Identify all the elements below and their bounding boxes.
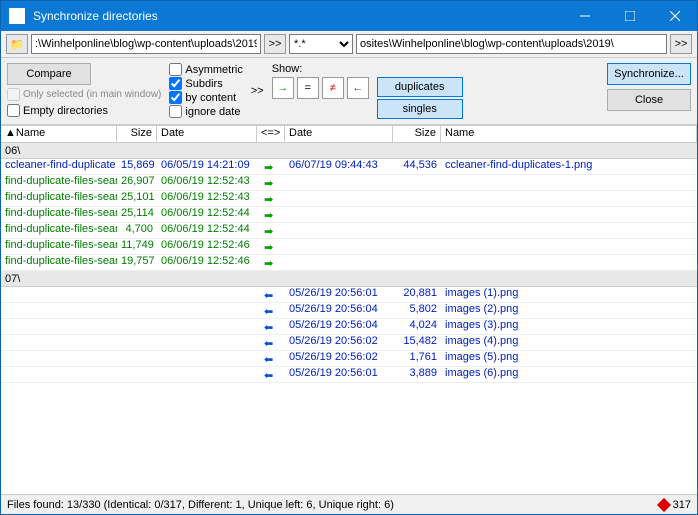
status-text: Files found: 13/330 (Identical: 0/317, D… [7, 499, 394, 511]
path-row: 📁 >> *.* >> [1, 31, 697, 58]
singles-button[interactable]: singles [377, 99, 463, 119]
show-label: Show: [272, 63, 369, 75]
left-browse-button[interactable]: 📁 [6, 34, 28, 54]
arrow-right-icon: ➡ [264, 161, 278, 173]
only-selected-checkbox [7, 88, 20, 101]
header-size[interactable]: Size [117, 126, 157, 142]
arrow-right-icon: ➡ [264, 193, 278, 205]
right-path-input[interactable] [356, 34, 667, 54]
left-path-input[interactable] [31, 34, 261, 54]
asymmetric-checkbox[interactable] [169, 63, 182, 76]
table-row[interactable]: find-duplicate-files-sear19,75706/06/19 … [1, 255, 697, 271]
table-row[interactable]: find-duplicate-files-sear11,74906/06/19 … [1, 239, 697, 255]
header-date2[interactable]: Date [285, 126, 393, 142]
table-row[interactable]: ccleaner-find-duplicate15,86906/05/19 14… [1, 159, 697, 175]
table-row[interactable]: ⬅05/26/19 20:56:045,802images (2).png [1, 303, 697, 319]
header-date[interactable]: Date [157, 126, 257, 142]
show-right-button[interactable]: → [272, 77, 294, 99]
by-content-checkbox[interactable] [169, 91, 182, 104]
window-title: Synchronize directories [33, 9, 562, 23]
header-direction[interactable]: <=> [257, 126, 285, 142]
app-icon [9, 8, 25, 24]
arrow-left-icon: ⬅ [264, 353, 278, 365]
arrow-left-icon: ⬅ [264, 321, 278, 333]
file-grid[interactable]: 06\ccleaner-find-duplicate15,86906/05/19… [1, 143, 697, 467]
close-button[interactable]: Close [607, 89, 691, 111]
arrow-left-icon: ⬅ [264, 305, 278, 317]
table-row[interactable]: ⬅05/26/19 20:56:0215,482images (4).png [1, 335, 697, 351]
maximize-button[interactable] [607, 1, 652, 31]
options-expand-button[interactable]: >> [251, 85, 264, 97]
header-name[interactable]: ▲Name [1, 126, 117, 142]
right-expand-button[interactable]: >> [670, 34, 692, 54]
arrow-left-icon: ⬅ [264, 369, 278, 381]
table-row[interactable]: find-duplicate-files-sear25,11406/06/19 … [1, 207, 697, 223]
toolbar: Compare Only selected (in main window) E… [1, 58, 697, 125]
arrow-right-icon: ➡ [264, 177, 278, 189]
arrow-left-icon: ⬅ [264, 337, 278, 349]
table-row[interactable]: find-duplicate-files-sear25,10106/06/19 … [1, 191, 697, 207]
table-row[interactable]: ⬅05/26/19 20:56:0120,881images (1).png [1, 287, 697, 303]
show-left-button[interactable]: ← [347, 77, 369, 99]
table-row[interactable]: find-duplicate-files-sear26,90706/06/19 … [1, 175, 697, 191]
table-row[interactable]: ⬅05/26/19 20:56:044,024images (3).png [1, 319, 697, 335]
table-row[interactable]: ⬅05/26/19 20:56:021,761images (5).png [1, 351, 697, 367]
arrow-right-icon: ➡ [264, 257, 278, 269]
arrow-right-icon: ➡ [264, 225, 278, 237]
duplicates-button[interactable]: duplicates [377, 77, 463, 97]
arrow-left-icon: ⬅ [264, 289, 278, 301]
show-unequal-button[interactable]: ≠ [322, 77, 344, 99]
column-header: ▲Name Size Date <=> Date Size Name [1, 125, 697, 143]
status-bar: Files found: 13/330 (Identical: 0/317, D… [1, 494, 697, 514]
subdirs-checkbox[interactable] [169, 77, 182, 90]
header-size2[interactable]: Size [393, 126, 441, 142]
ignore-date-checkbox[interactable] [169, 105, 182, 118]
table-row[interactable]: find-duplicate-files-searcl4,70006/06/19… [1, 223, 697, 239]
arrow-right-icon: ➡ [264, 241, 278, 253]
status-count: 317 [673, 499, 691, 511]
table-row[interactable]: ⬅05/26/19 20:56:013,889images (6).png [1, 367, 697, 383]
minimize-button[interactable] [562, 1, 607, 31]
arrow-right-icon: ➡ [264, 209, 278, 221]
filter-select[interactable]: *.* [289, 34, 353, 54]
empty-dirs-checkbox[interactable] [7, 104, 20, 117]
diamond-icon [657, 497, 671, 511]
group-row[interactable]: 07\ [1, 271, 697, 287]
close-window-button[interactable] [652, 1, 697, 31]
titlebar: Synchronize directories [1, 1, 697, 31]
compare-button[interactable]: Compare [7, 63, 91, 85]
show-equal-button[interactable]: = [297, 77, 319, 99]
synchronize-button[interactable]: Synchronize... [607, 63, 691, 85]
header-name2[interactable]: Name [441, 126, 697, 142]
left-expand-button[interactable]: >> [264, 34, 286, 54]
group-row[interactable]: 06\ [1, 143, 697, 159]
